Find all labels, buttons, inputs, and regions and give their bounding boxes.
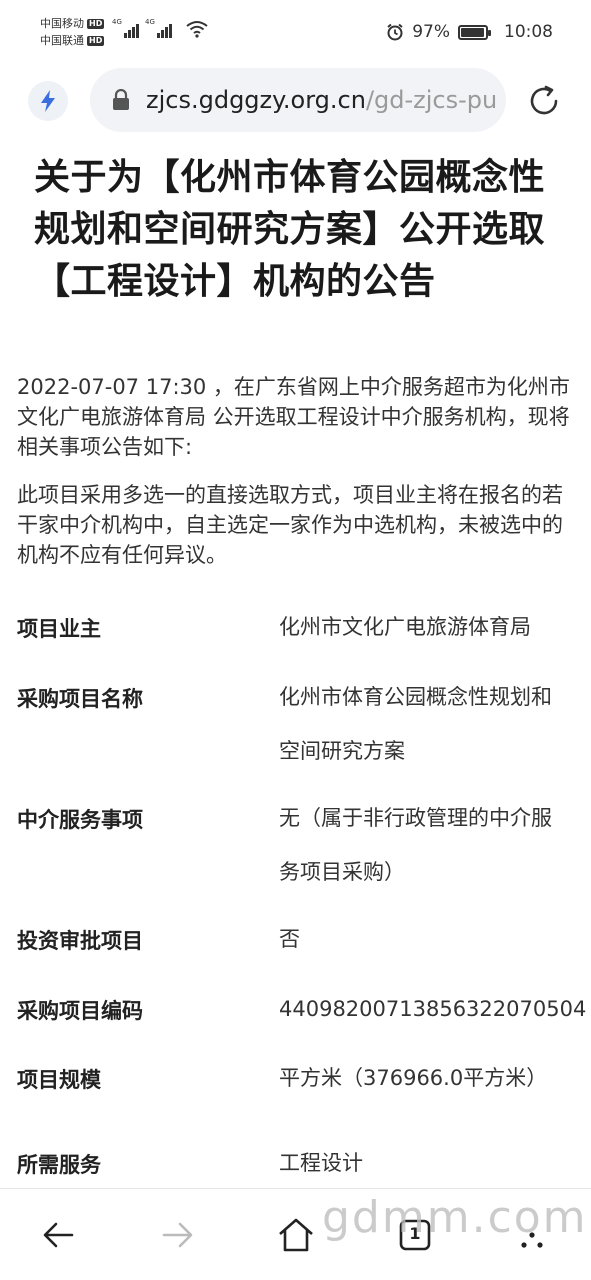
- clock: 10:08: [504, 22, 553, 42]
- info-label: 投资审批项目: [17, 929, 143, 953]
- intro-paragraph: 2022-07-07 17:30 ，在广东省网上中介服务超市为化州市文化广电旅游…: [17, 375, 570, 459]
- lock-icon: [113, 89, 129, 110]
- bolt-icon: [41, 90, 55, 112]
- signal-strength-icon: 4G: [112, 18, 139, 38]
- info-label: 采购项目名称: [17, 687, 143, 711]
- info-value: 否: [279, 927, 300, 951]
- bottom-nav: 1: [0, 1188, 591, 1280]
- battery-icon: [458, 24, 491, 40]
- wifi-icon: [186, 21, 208, 38]
- home-icon[interactable]: [274, 1213, 318, 1257]
- page-title: 关于为【化州市体育公园概念性规划和空间研究方案】公开选取【工程设计】机构的公告: [34, 157, 546, 302]
- tabs-button[interactable]: 1: [393, 1213, 437, 1257]
- carrier-1-label: 中国移动: [40, 17, 84, 30]
- network-type-label: 4G: [112, 18, 122, 26]
- info-label: 中介服务事项: [17, 808, 143, 832]
- bolt-button[interactable]: [28, 81, 68, 121]
- hd-badge: HD: [87, 18, 105, 29]
- url-domain: zjcs.gdggzy.org.cn: [146, 86, 366, 114]
- info-value: 工程设计: [279, 1151, 363, 1175]
- info-label: 采购项目编码: [17, 999, 143, 1023]
- status-right: 97% 10:08: [386, 22, 553, 42]
- tab-count: 1: [409, 1224, 421, 1243]
- carrier-info: 中国移动 HD 中国联通 HD: [40, 15, 105, 49]
- network-type-label: 4G: [145, 18, 155, 26]
- back-arrow-icon[interactable]: [38, 1213, 82, 1257]
- status-bar: 中国移动 HD 中国联通 HD 4G 4G 97% 10:08: [0, 0, 591, 62]
- info-label: 项目业主: [17, 617, 101, 641]
- info-value: 平方米（376966.0平方米）: [279, 1066, 548, 1090]
- carrier-2-label: 中国联通: [40, 34, 84, 47]
- info-value: 无（属于非行政管理的中介服务项目采购）: [279, 806, 552, 884]
- alarm-icon: [387, 23, 403, 41]
- battery-fill: [461, 27, 485, 37]
- info-label: 所需服务: [17, 1153, 101, 1177]
- more-icon[interactable]: [510, 1213, 554, 1257]
- url-text: zjcs.gdggzy.org.cn/gd-zjcs-pu: [146, 86, 497, 114]
- browser-toolbar: zjcs.gdggzy.org.cn/gd-zjcs-pu: [0, 66, 591, 136]
- url-bar[interactable]: zjcs.gdggzy.org.cn/gd-zjcs-pu: [90, 68, 506, 132]
- signal-strength-icon: 4G: [145, 18, 172, 38]
- battery-percent: 97%: [412, 22, 450, 42]
- info-label: 项目规模: [17, 1068, 101, 1092]
- info-value: 化州市体育公园概念性规划和空间研究方案: [279, 685, 552, 763]
- signal-indicators: 4G 4G: [112, 18, 208, 38]
- reload-icon[interactable]: [526, 83, 562, 119]
- info-table: 项目业主 化州市文化广电旅游体育局 采购项目名称 化州市体育公园概念性规划和空间…: [17, 600, 591, 1190]
- info-value: 化州市文化广电旅游体育局: [279, 615, 531, 639]
- url-path: /gd-zjcs-pu: [365, 86, 498, 114]
- info-value: 44098200713856322070504: [279, 997, 587, 1021]
- forward-arrow-icon[interactable]: [156, 1213, 200, 1257]
- method-paragraph: 此项目采用多选一的直接选取方式，项目业主将在报名的若干家中介机构中，自主选定一家…: [17, 483, 563, 567]
- hd-badge: HD: [87, 35, 105, 46]
